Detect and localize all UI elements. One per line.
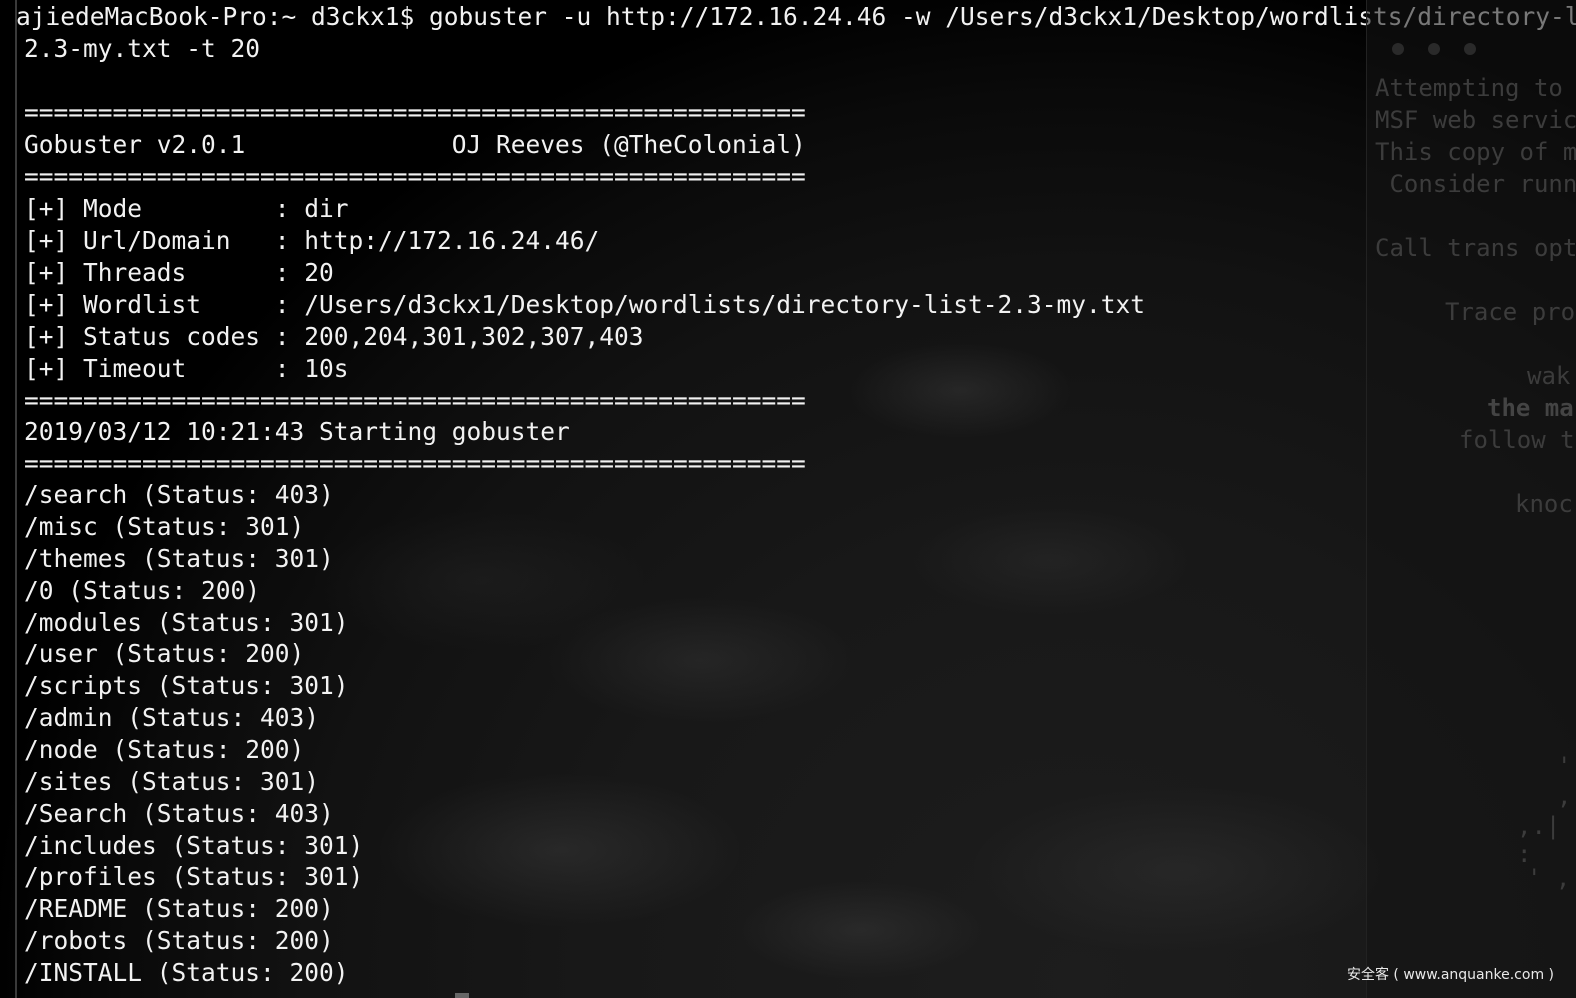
side-text-line: wak [1527,362,1571,390]
config-mode: [+] Mode : dir [24,194,349,223]
separator-rule: ========================================… [24,162,806,191]
config-status-codes: [+] Status codes : 200,204,301,302,307,4… [24,322,644,351]
side-text-line: , [1557,782,1572,810]
window-edge [15,0,17,998]
result-line: /search (Status: 403) [24,480,334,509]
separator-rule: ========================================… [24,386,806,415]
result-line: /INSTALL (Status: 200) [24,958,349,987]
separator-rule: ========================================… [24,98,806,127]
minimize-dot-icon[interactable] [1428,43,1440,55]
config-threads: [+] Threads : 20 [24,258,334,287]
side-text-line: ' , [1527,864,1571,892]
result-line: /includes (Status: 301) [24,831,364,860]
result-line: /profiles (Status: 301) [24,862,364,891]
command-line-continued[interactable]: 2.3-my.txt -t 20 [24,33,260,65]
config-timeout: [+] Timeout : 10s [24,354,349,383]
result-line: /README (Status: 200) [24,894,334,923]
zoom-dot-icon[interactable] [1464,43,1476,55]
result-line: /admin (Status: 403) [24,703,320,732]
side-text-line: Attempting to [1375,74,1563,102]
result-line: /sites (Status: 301) [24,767,320,796]
window-controls [1392,40,1500,59]
side-text-line: Trace pro [1445,298,1576,326]
watermark: 安全客 ( www.anquanke.com ) [1346,967,1554,983]
separator-rule: ========================================… [24,449,806,478]
result-line: /themes (Status: 301) [24,544,334,573]
command-line[interactable]: ajiedeMacBook-Pro:~ d3ckx1$ gobuster -u … [16,1,1576,33]
result-line: /scripts (Status: 301) [24,671,349,700]
config-url: [+] Url/Domain : http://172.16.24.46/ [24,226,600,255]
scrollbar-thumb[interactable] [455,993,469,998]
side-text-line: the ma [1487,394,1574,422]
start-message: 2019/03/12 10:21:43 Starting gobuster [24,417,570,446]
result-line: /modules (Status: 301) [24,608,349,637]
side-text-line: This copy of m [1375,138,1576,166]
result-line: /user (Status: 200) [24,639,305,668]
result-line: /node (Status: 200) [24,735,305,764]
config-wordlist: [+] Wordlist : /Users/d3ckx1/Desktop/wor… [24,290,1146,319]
result-line: /Search (Status: 403) [24,799,334,828]
result-line: /0 (Status: 200) [24,576,261,605]
result-line: /robots (Status: 200) [24,926,334,955]
close-dot-icon[interactable] [1392,43,1404,55]
side-text-line: MSF web servic [1375,106,1576,134]
side-text-line: Call trans opt [1375,234,1576,262]
banner-line: Gobuster v2.0.1 OJ Reeves (@TheColonial) [24,130,806,159]
terminal-window[interactable]: ajiedeMacBook-Pro:~ d3ckx1$ gobuster -u … [0,0,1576,998]
side-text-line: ' [1557,752,1572,780]
result-line: /misc (Status: 301) [24,512,305,541]
background-terminal-pane[interactable]: Attempting to MSF web servic This copy o… [1366,0,1576,998]
side-text-line: follow t [1459,426,1575,454]
side-text-line: knoc [1515,490,1573,518]
side-text-line: Consider runn [1375,170,1576,198]
